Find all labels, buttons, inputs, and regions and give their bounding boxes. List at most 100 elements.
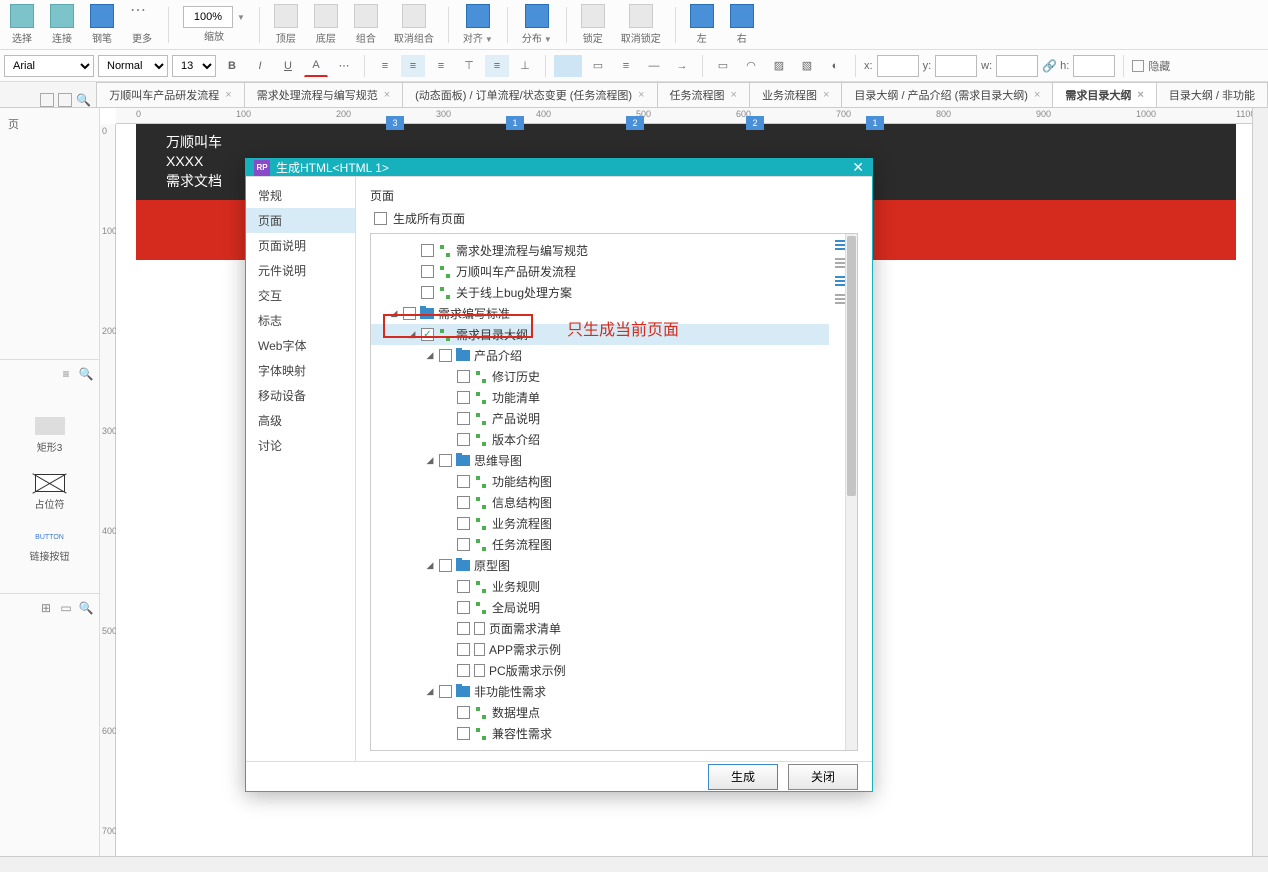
align-tool[interactable]: 对齐▼ (457, 4, 499, 45)
search-icon[interactable]: 🔍 (79, 367, 93, 381)
lock-tool[interactable]: 锁定 (575, 4, 611, 45)
tree-row[interactable]: 数据埋点 (371, 702, 829, 723)
align-left-button[interactable]: ≡ (373, 55, 397, 77)
tree-row[interactable]: 产品说明 (371, 408, 829, 429)
document-tab[interactable]: 任务流程图× (657, 82, 750, 107)
shadow-in-button[interactable]: ▧ (795, 55, 819, 77)
search-icon[interactable]: 🔍 (76, 93, 91, 107)
valign-top-button[interactable]: ⊤ (457, 55, 481, 77)
checkbox-icon[interactable] (457, 412, 470, 425)
checkbox-icon[interactable] (457, 706, 470, 719)
text-color-button[interactable]: A (304, 55, 328, 77)
document-tab[interactable]: (动态面板) / 订单流程/状态变更 (任务流程图)× (402, 82, 657, 107)
guide-marker[interactable]: 2 (626, 116, 644, 130)
horizontal-scrollbar[interactable] (0, 856, 1268, 872)
font-select[interactable]: Arial (4, 55, 94, 77)
add-icon[interactable]: ⊞ (39, 601, 53, 615)
opacity-button[interactable]: ◐ (823, 55, 847, 77)
tree-row[interactable]: 需求处理流程与编写规范 (371, 240, 829, 261)
align-center-button[interactable]: ≡ (401, 55, 425, 77)
checkbox-icon[interactable] (421, 265, 434, 278)
checkbox-icon[interactable] (421, 244, 434, 257)
dialog-nav-item[interactable]: 元件说明 (246, 258, 355, 283)
close-icon[interactable]: × (731, 89, 737, 101)
bold-button[interactable]: B (220, 55, 244, 77)
expand-arrow-icon[interactable]: ◢ (425, 350, 435, 361)
document-tab[interactable]: 业务流程图× (749, 82, 842, 107)
pen-tool[interactable]: 钢笔 (84, 4, 120, 45)
close-icon[interactable]: × (384, 89, 390, 101)
expand-arrow-icon[interactable]: ◢ (407, 329, 417, 340)
chevron-down-icon[interactable]: ▼ (237, 13, 245, 22)
connect-tool[interactable]: 连接 (44, 4, 80, 45)
w-input[interactable] (996, 55, 1038, 77)
tree-row[interactable]: ◢思维导图 (371, 450, 829, 471)
border-width-button[interactable]: ≡ (614, 55, 638, 77)
checkbox-icon[interactable] (457, 580, 470, 593)
checkbox-icon[interactable] (457, 517, 470, 530)
checkbox-icon[interactable] (457, 643, 470, 656)
ungroup-tool[interactable]: 取消组合 (388, 4, 440, 45)
close-icon[interactable]: × (638, 89, 644, 101)
select-tool[interactable]: 选择 (4, 4, 40, 45)
tree-row[interactable]: 功能结构图 (371, 471, 829, 492)
border-color-button[interactable]: ▭ (586, 55, 610, 77)
tree-row[interactable]: 修订历史 (371, 366, 829, 387)
tree-row[interactable]: 全局说明 (371, 597, 829, 618)
align-right-tool[interactable]: 右 (724, 4, 760, 45)
dialog-nav-item[interactable]: 移动设备 (246, 383, 355, 408)
x-input[interactable] (877, 55, 919, 77)
checkbox-icon[interactable] (439, 685, 452, 698)
checkbox-icon[interactable] (439, 349, 452, 362)
corner-button[interactable]: ◠ (739, 55, 763, 77)
generate-button[interactable]: 生成 (708, 764, 778, 790)
close-icon[interactable]: × (1034, 89, 1040, 101)
dialog-titlebar[interactable]: RP 生成HTML<HTML 1> ✕ (246, 159, 872, 176)
tree-row[interactable]: 功能清单 (371, 387, 829, 408)
menu-icon[interactable]: ≡ (59, 367, 73, 381)
widget-link-button[interactable]: BUTTON链接按钮 (30, 531, 70, 563)
expand-arrow-icon[interactable]: ◢ (425, 455, 435, 466)
checkbox-icon[interactable] (457, 664, 470, 677)
expand-arrow-icon[interactable]: ◢ (425, 560, 435, 571)
guide-marker[interactable]: 3 (386, 116, 404, 130)
scrollbar-thumb[interactable] (847, 236, 856, 496)
distribute-tool[interactable]: 分布▼ (516, 4, 558, 45)
checkbox-icon[interactable] (457, 433, 470, 446)
checkbox-icon[interactable] (457, 475, 470, 488)
align-right-button[interactable]: ≡ (429, 55, 453, 77)
checkbox-icon[interactable] (457, 538, 470, 551)
checkbox-icon[interactable] (403, 307, 416, 320)
tree-row[interactable]: APP需求示例 (371, 639, 829, 660)
underline-button[interactable]: U (276, 55, 300, 77)
checkbox-icon[interactable] (457, 601, 470, 614)
y-input[interactable] (935, 55, 977, 77)
dialog-nav-item[interactable]: 常规 (246, 183, 355, 208)
lock-aspect-icon[interactable]: 🔗 (1042, 59, 1056, 73)
widget-rect[interactable]: 矩形3 (35, 417, 65, 454)
tree-row[interactable]: PC版需求示例 (371, 660, 829, 681)
valign-bot-button[interactable]: ⊥ (513, 55, 537, 77)
size-select[interactable]: 13 (172, 55, 216, 77)
unlock-tool[interactable]: 取消锁定 (615, 4, 667, 45)
expand-arrow-icon[interactable]: ◢ (425, 686, 435, 697)
expand-arrow-icon[interactable]: ◢ (389, 308, 399, 319)
search-icon[interactable]: 🔍 (79, 601, 93, 615)
tree-row[interactable]: 信息结构图 (371, 492, 829, 513)
style-select[interactable]: Normal (98, 55, 168, 77)
tree-row[interactable]: ◢产品介绍 (371, 345, 829, 366)
h-input[interactable] (1073, 55, 1115, 77)
close-icon[interactable]: × (823, 89, 829, 101)
fill-button[interactable] (554, 55, 582, 77)
hidden-checkbox[interactable]: 隐藏 (1132, 58, 1170, 74)
tree-row[interactable]: 万顺叫车产品研发流程 (371, 261, 829, 282)
dialog-nav-item[interactable]: 页面说明 (246, 233, 355, 258)
tree-row[interactable]: 业务规则 (371, 576, 829, 597)
checkbox-icon[interactable] (457, 496, 470, 509)
border-style-button[interactable]: — (642, 55, 666, 77)
document-tab[interactable]: 需求目录大纲× (1052, 82, 1156, 107)
dialog-nav-item[interactable]: 字体映射 (246, 358, 355, 383)
checkbox-icon[interactable] (421, 286, 434, 299)
tree-row[interactable]: ◢非功能性需求 (371, 681, 829, 702)
widget-placeholder[interactable]: 占位符 (35, 474, 65, 511)
